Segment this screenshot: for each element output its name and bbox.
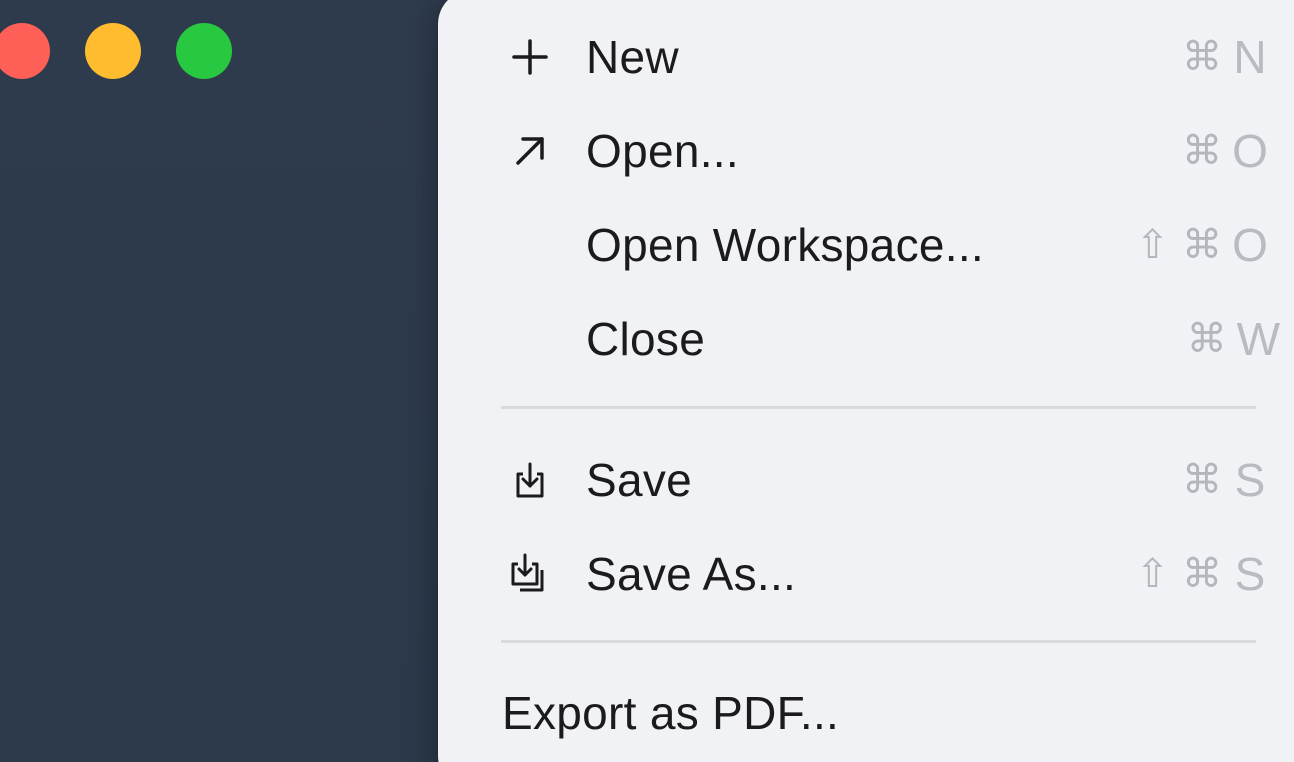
menu-item-label: Open... bbox=[586, 125, 739, 177]
menu-item-open-workspace[interactable]: Open Workspace... ⇧ ⌘ O bbox=[438, 198, 1294, 292]
menu-item-save[interactable]: Save ⌘ S bbox=[438, 433, 1294, 527]
menu-divider bbox=[501, 406, 1256, 409]
menu-item-new[interactable]: New ⌘ N bbox=[438, 10, 1294, 104]
shortcut-key: O bbox=[1232, 125, 1268, 177]
shortcut-hint: ⌘ N bbox=[1182, 30, 1268, 84]
shortcut-modifiers: ⌘ bbox=[1186, 316, 1227, 362]
shortcut-hint: ⇧ ⌘ O bbox=[1136, 218, 1268, 272]
shortcut-modifiers: ⌘ bbox=[1182, 128, 1222, 174]
save-icon bbox=[506, 456, 554, 504]
shortcut-modifiers: ⇧ ⌘ bbox=[1135, 222, 1222, 268]
shortcut-hint: ⌘ W bbox=[1187, 312, 1280, 366]
menu-item-label: Export as PDF... bbox=[502, 687, 840, 739]
shortcut-key: S bbox=[1234, 548, 1266, 600]
desktop-window: New ⌘ N Open... ⌘ O Open Workspace... ⇧ … bbox=[0, 0, 1294, 762]
shortcut-hint: ⇧ ⌘ S bbox=[1136, 547, 1268, 601]
save-as-icon bbox=[506, 550, 554, 598]
menu-item-label: New bbox=[586, 31, 679, 83]
window-minimize-button[interactable] bbox=[85, 23, 141, 79]
menu-divider bbox=[501, 640, 1256, 643]
arrow-up-right-icon bbox=[506, 127, 554, 175]
shortcut-key: N bbox=[1233, 31, 1267, 83]
shortcut-modifiers: ⌘ bbox=[1182, 34, 1222, 80]
menu-item-label: Save As... bbox=[586, 548, 797, 600]
shortcut-key: W bbox=[1236, 313, 1280, 365]
shortcut-modifiers: ⇧ ⌘ bbox=[1135, 551, 1222, 597]
menu-item-label: Close bbox=[586, 313, 706, 365]
shortcut-key: O bbox=[1232, 219, 1268, 271]
menu-item-export-pdf[interactable]: Export as PDF... bbox=[438, 666, 1294, 760]
shortcut-hint: ⌘ O bbox=[1182, 124, 1268, 178]
shortcut-key: S bbox=[1234, 454, 1266, 506]
menu-item-label: Open Workspace... bbox=[586, 219, 984, 271]
menu-item-open[interactable]: Open... ⌘ O bbox=[438, 104, 1294, 198]
menu-item-label: Save bbox=[586, 454, 693, 506]
shortcut-modifiers: ⌘ bbox=[1182, 457, 1222, 503]
menu-item-save-as[interactable]: Save As... ⇧ ⌘ S bbox=[438, 527, 1294, 621]
shortcut-hint: ⌘ S bbox=[1182, 453, 1268, 507]
file-menu-dropdown: New ⌘ N Open... ⌘ O Open Workspace... ⇧ … bbox=[438, 0, 1294, 762]
window-close-button[interactable] bbox=[0, 23, 50, 79]
menu-item-close[interactable]: Close ⌘ W bbox=[438, 292, 1294, 386]
plus-icon bbox=[506, 33, 554, 81]
window-zoom-button[interactable] bbox=[176, 23, 232, 79]
